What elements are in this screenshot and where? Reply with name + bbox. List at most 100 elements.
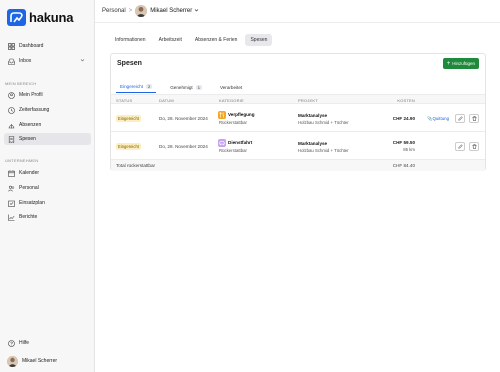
row-amount: CHF 24.90 (392, 116, 415, 121)
breadcrumb-separator: > (128, 8, 133, 14)
tab-informationen[interactable]: Informationen (110, 34, 151, 46)
row-project-sub: Holzbau Schmid + Töchter (298, 148, 349, 153)
absence-icon (7, 121, 15, 129)
status-subtabs: Eingereicht 2 Genehmigt 1 Verarbeitet (116, 81, 256, 93)
col-project[interactable]: PROJEKT (298, 98, 318, 103)
sidebar-item-schedule[interactable]: Einsatzplan (4, 197, 91, 209)
col-date[interactable]: DATUM (159, 98, 174, 103)
sidebar-item-label: Einsatzplan (19, 200, 45, 206)
add-button-label: Hinzufügen (452, 61, 475, 66)
sidebar-item-inbox[interactable]: Inbox (4, 55, 91, 67)
row-distance: 85 km (403, 147, 415, 152)
sidebar-item-timetracking[interactable]: Zeiterfassung (4, 104, 91, 116)
expenses-card: Spesen + Hinzufügen Eingereicht 2 Genehm… (110, 53, 486, 171)
calendar-icon (7, 169, 15, 177)
total-value: CHF 84.40 (392, 163, 415, 168)
status-badge: Eingereicht (116, 143, 141, 150)
sidebar-item-personnel[interactable]: Personal (4, 182, 91, 194)
receipt-icon (7, 135, 15, 143)
inbox-icon (7, 57, 15, 65)
schedule-icon (7, 199, 15, 207)
row-date: Do, 28. November 2024 (159, 116, 208, 121)
breadcrumb-root[interactable]: Personal (102, 8, 126, 14)
row-amount: CHF 59.50 (392, 140, 415, 145)
table-row[interactable]: Eingereicht Do, 28. November 2024 Verpfl… (111, 105, 485, 132)
app-logo[interactable]: hakuna (7, 9, 74, 26)
chevron-down-icon (80, 58, 85, 65)
trash-icon (472, 143, 477, 150)
table-row[interactable]: Eingereicht Do, 28. November 2024 Dienst… (111, 133, 485, 160)
add-expense-button[interactable]: + Hinzufügen (442, 58, 479, 69)
tab-absenzen[interactable]: Absenzen & Ferien (190, 34, 243, 46)
section-label-mine: MEIN BEREICH (5, 81, 37, 86)
sidebar-item-help[interactable]: Hilfe (4, 337, 91, 349)
table-header: STATUS DATUM KATEGORIE PROJEKT KOSTEN (111, 94, 485, 104)
subtab-submitted[interactable]: Eingereicht 2 (116, 81, 157, 93)
sidebar-item-label: Berichte (19, 214, 38, 220)
col-cost[interactable]: KOSTEN (397, 98, 415, 103)
card-title: Spesen (117, 60, 142, 67)
row-project: Marktanalyse (298, 113, 328, 118)
count-badge: 2 (145, 84, 153, 89)
sidebar-item-profile[interactable]: Mein Profil (4, 89, 91, 101)
trash-icon (472, 115, 477, 122)
hakuna-logo-icon (7, 9, 26, 26)
tab-arbeitszeit[interactable]: Arbeitszeit (154, 34, 187, 46)
row-date: Do, 28. November 2024 (159, 144, 208, 149)
sidebar-item-label: Kalender (19, 170, 40, 176)
subtab-label: Verarbeitet (219, 84, 243, 90)
receipt-link[interactable]: 📎Quittung (427, 116, 449, 122)
sidebar-item-dashboard[interactable]: Dashboard (4, 40, 91, 52)
count-badge: 1 (195, 84, 202, 90)
user-icon (7, 91, 15, 99)
profile-tabs: Informationen Arbeitszeit Absenzen & Fer… (110, 34, 273, 46)
delete-button[interactable] (469, 142, 479, 151)
total-label: Total rückerstattbar (116, 163, 156, 168)
row-category-sub: Rückerstattbar (219, 120, 247, 125)
sidebar-item-label: Zeiterfassung (19, 107, 50, 113)
sidebar-item-calendar[interactable]: Kalender (4, 167, 91, 179)
sidebar-user[interactable]: Mikael Scherrer (4, 355, 91, 367)
sidebar-item-expenses[interactable]: Spesen (4, 133, 91, 145)
sidebar-item-label: Absenzen (19, 122, 42, 128)
chevron-down-icon[interactable] (194, 8, 199, 15)
edit-button[interactable] (455, 114, 465, 123)
subtab-label: Genehmigt (170, 84, 193, 90)
sidebar-item-label: Mein Profil (19, 92, 43, 98)
sidebar-item-label: Inbox (19, 58, 32, 64)
subtab-approved[interactable]: Genehmigt 1 (166, 81, 206, 93)
sidebar-item-label: Hilfe (19, 340, 30, 346)
edit-button[interactable] (455, 142, 465, 151)
people-icon (7, 184, 15, 192)
sidebar-item-absences[interactable]: Absenzen (4, 119, 91, 131)
col-category[interactable]: KATEGORIE (219, 98, 244, 103)
sidebar-item-label: Personal (19, 185, 39, 191)
chart-icon (7, 213, 15, 221)
sidebar-user-name: Mikael Scherrer (22, 358, 58, 364)
status-badge: Eingereicht (116, 115, 141, 122)
sidebar-item-reports[interactable]: Berichte (4, 211, 91, 223)
person-avatar (135, 5, 148, 17)
pencil-icon (457, 115, 463, 122)
topbar: Personal > Mikael Scherrer (95, 0, 500, 23)
tab-spesen[interactable]: Spesen (245, 34, 273, 46)
receipt-label: Quittung (432, 116, 450, 121)
sidebar-item-label: Dashboard (19, 43, 44, 49)
person-selector[interactable]: Mikael Scherrer (150, 8, 192, 14)
col-status[interactable]: STATUS (116, 98, 132, 103)
delete-button[interactable] (469, 114, 479, 123)
row-category: Verpflegung (228, 112, 255, 117)
row-category-sub: Rückerstattbar (219, 148, 247, 153)
car-icon (218, 139, 226, 147)
avatar (7, 355, 18, 367)
subtab-processed[interactable]: Verarbeitet (216, 81, 246, 93)
section-label-company: UNTERNEHMEN (5, 158, 39, 163)
help-icon (7, 339, 15, 347)
row-category: Dienstfahrt (228, 140, 253, 145)
pencil-icon (457, 143, 463, 150)
food-icon (218, 111, 226, 119)
clock-icon (7, 106, 15, 114)
row-project: Marktanalyse (298, 141, 328, 146)
sidebar-item-label: Spesen (19, 136, 36, 142)
plus-icon: + (446, 60, 451, 67)
